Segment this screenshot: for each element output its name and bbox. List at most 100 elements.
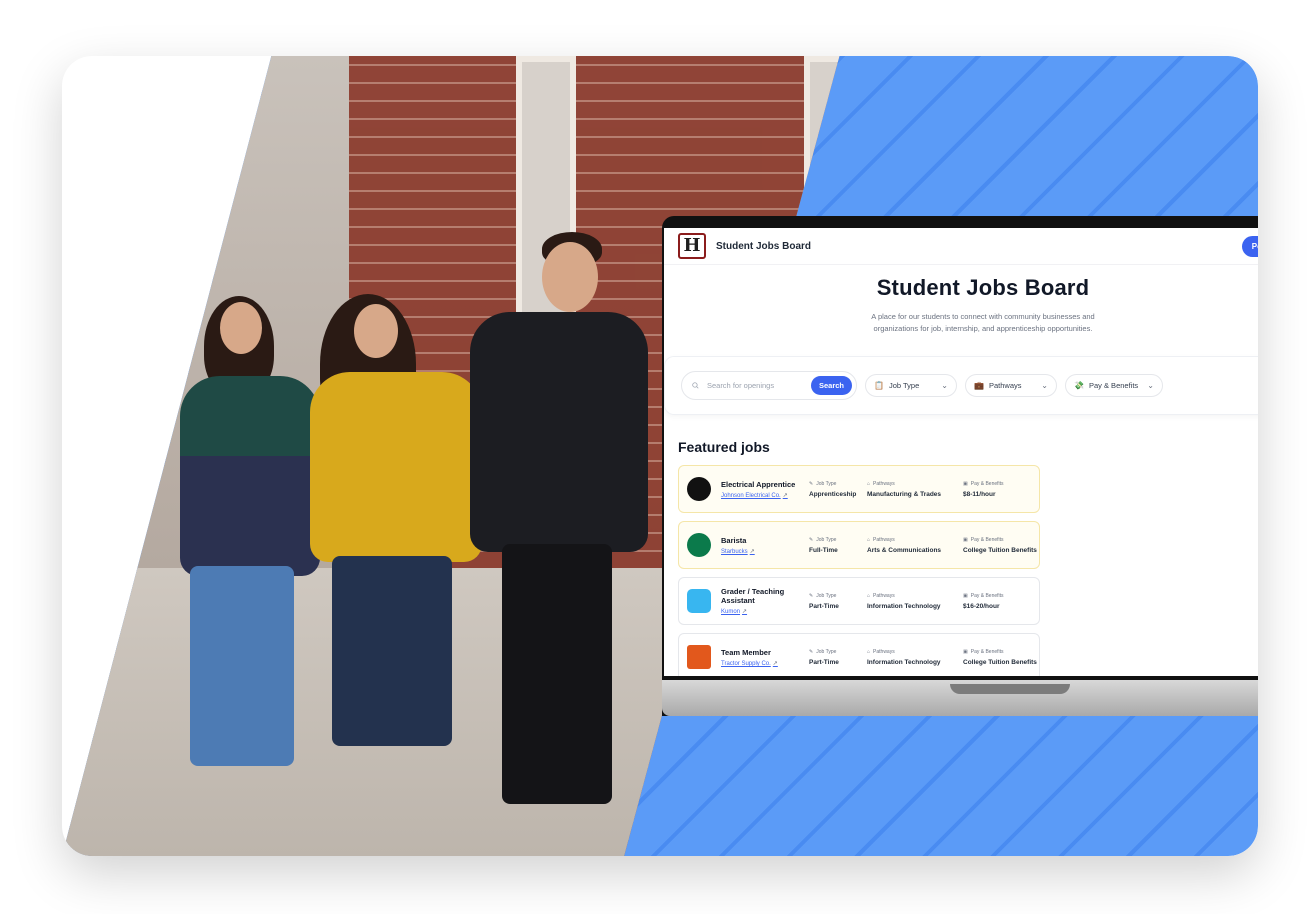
job-type-dropdown[interactable]: 📋 Job Type ⌄ (865, 374, 957, 398)
top-nav: H Student Jobs Board Post a job (664, 228, 1258, 265)
company-logo (687, 477, 711, 502)
pay-value: College Tuition Benefits (963, 546, 1037, 554)
company-logo (687, 533, 711, 558)
featured-jobs-heading: Featured jobs (678, 439, 770, 456)
pay-value: $16-20/hour (963, 602, 1000, 610)
person-face (354, 304, 398, 358)
logo-letter: H (683, 235, 701, 256)
pay-value: College Tuition Benefits (963, 658, 1037, 666)
job-title[interactable]: Team Member (721, 648, 799, 657)
pay-dropdown[interactable]: 💸 Pay & Benefits ⌄ (1065, 374, 1163, 398)
meta-label: Pathways (873, 592, 895, 599)
external-link-icon: ↗ (742, 609, 748, 616)
pay-meta-label: ▣ Pay & Benefits (963, 648, 1004, 655)
meta-label: Job Type (816, 648, 837, 655)
chevron-down-icon: ⌄ (1147, 381, 1154, 391)
company-name: Johnson Electrical Co. (721, 492, 781, 499)
job-type-meta-label: ✎ Job Type (809, 536, 837, 543)
hero-graphic: H Student Jobs Board Post a job Student … (62, 56, 1258, 856)
company-name: Tractor Supply Co. (721, 660, 771, 667)
meta-label: Pay & Benefits (970, 480, 1004, 487)
job-list: Electrical Apprentice Johnson Electrical… (678, 465, 1040, 676)
meta-label: Pay & Benefits (970, 648, 1004, 655)
meta-label: Job Type (816, 480, 837, 487)
job-type-meta-label: ✎ Job Type (809, 592, 837, 599)
pathways-label: Pathways (988, 381, 1022, 391)
hero-section: Student Jobs Board A place for our stude… (664, 265, 1258, 334)
meta-label: Pathways (873, 536, 895, 543)
company-logo (687, 589, 711, 614)
external-link-icon: ↗ (749, 548, 755, 555)
pathway-value: Information Technology (867, 658, 941, 666)
laptop-base (662, 680, 1258, 716)
meta-label: Pathways (873, 480, 895, 487)
meta-label: Pathways (873, 648, 895, 655)
money-icon: 💸 (1074, 381, 1084, 391)
company-name: Starbucks (721, 548, 748, 555)
job-title[interactable]: Grader / Teaching Assistant (721, 587, 799, 605)
company-link[interactable]: Kumon ↗ (721, 608, 799, 615)
meta-label: Pay & Benefits (970, 592, 1004, 599)
person-jeans (332, 556, 452, 746)
external-link-icon: ↗ (782, 492, 788, 499)
company-link[interactable]: Starbucks ↗ (721, 548, 799, 555)
laptop-notch (950, 684, 1070, 694)
meta-label: Job Type (816, 536, 837, 543)
job-title[interactable]: Electrical Apprentice (721, 480, 799, 489)
job-type-meta-label: ✎ Job Type (809, 480, 837, 487)
pay-value: $8-11/hour (963, 490, 996, 498)
external-link-icon: ↗ (772, 660, 778, 667)
person-sweater (180, 376, 320, 576)
job-card[interactable]: Barista Starbucks ↗ ✎ Job Type Full-Time ⌂… (678, 521, 1040, 570)
pay-meta-label: ▣ Pay & Benefits (963, 480, 1004, 487)
filter-bar: Search 📋 Job Type ⌄ 💼 Pathways ⌄ 💸 (664, 356, 1258, 416)
briefcase-icon: 💼 (974, 381, 984, 391)
job-title[interactable]: Barista (721, 536, 799, 545)
job-card[interactable]: Grader / Teaching Assistant Kumon ↗ ✎ Job… (678, 577, 1040, 626)
job-type-meta-label: ✎ Job Type (809, 648, 837, 655)
company-logo (687, 645, 711, 670)
person-face (542, 242, 598, 312)
pathway-value: Manufacturing & Trades (867, 490, 942, 498)
company-name: Kumon (721, 609, 741, 616)
search-input[interactable] (704, 380, 805, 392)
meta-label: Pay & Benefits (970, 536, 1004, 543)
chevron-down-icon: ⌄ (941, 381, 948, 391)
person-face (220, 302, 262, 354)
pathway-value: Arts & Communications (867, 546, 942, 554)
person-jeans (502, 544, 612, 804)
page-title: Student Jobs Board (876, 275, 1090, 300)
page-subtitle: A place for our students to connect with… (871, 312, 1095, 333)
company-link[interactable]: Tractor Supply Co. ↗ (721, 660, 799, 667)
pathways-meta-label: ⌂ Pathways (867, 592, 895, 599)
post-job-button[interactable]: Post a job (1241, 235, 1258, 257)
pathways-meta-label: ⌂ Pathways (867, 536, 895, 543)
pay-label: Pay & Benefits (1088, 381, 1139, 391)
job-type-value: Apprenticeship (809, 490, 857, 498)
person-jeans (190, 566, 294, 766)
job-card[interactable]: Electrical Apprentice Johnson Electrical… (678, 465, 1040, 514)
person-jacket (470, 312, 648, 552)
job-type-label: Job Type (888, 381, 920, 391)
search-icon (692, 382, 699, 389)
pay-meta-label: ▣ Pay & Benefits (963, 536, 1004, 543)
job-type-value: Part-Time (809, 658, 839, 666)
meta-label: Job Type (816, 592, 837, 599)
pathways-dropdown[interactable]: 💼 Pathways ⌄ (965, 374, 1057, 398)
search-box: Search (681, 371, 857, 401)
site-name[interactable]: Student Jobs Board (716, 241, 811, 252)
person-sweater (310, 372, 482, 562)
company-link[interactable]: Johnson Electrical Co. ↗ (721, 492, 799, 499)
graphic-frame: H Student Jobs Board Post a job Student … (62, 56, 1258, 856)
laptop-screen: H Student Jobs Board Post a job Student … (664, 228, 1258, 676)
job-type-value: Part-Time (809, 602, 839, 610)
job-card[interactable]: Team Member Tractor Supply Co. ↗ ✎ Job Ty… (678, 633, 1040, 676)
job-type-value: Full-Time (809, 546, 838, 554)
search-button[interactable]: Search (810, 376, 852, 396)
pathways-meta-label: ⌂ Pathways (867, 480, 895, 487)
pathway-value: Information Technology (867, 602, 941, 610)
pathways-meta-label: ⌂ Pathways (867, 648, 895, 655)
pay-meta-label: ▣ Pay & Benefits (963, 592, 1004, 599)
school-logo[interactable]: H (678, 233, 706, 259)
chevron-down-icon: ⌄ (1041, 381, 1048, 391)
